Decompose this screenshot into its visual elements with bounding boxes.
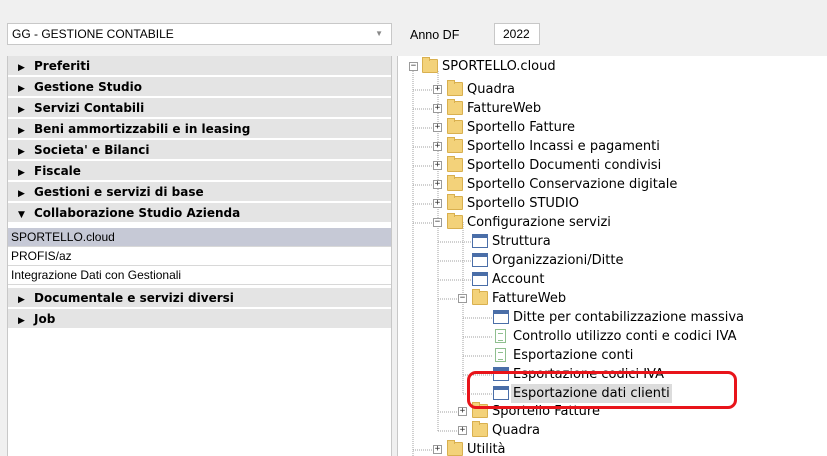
menu-item-documentale[interactable]: ▶ Documentale e servizi diversi bbox=[8, 288, 391, 308]
folder-icon bbox=[447, 213, 463, 229]
left-menu-panel: ▶ Preferiti ▶ Gestione Studio ▶ Servizi Con… bbox=[7, 56, 392, 456]
menu-item-label: Societa' e Bilanci bbox=[34, 143, 150, 157]
tree-node-label: Sportello STUDIO bbox=[467, 196, 579, 211]
tree-node-label: Controllo utilizzo conti e codici IVA bbox=[513, 329, 737, 344]
expand-toggle-icon[interactable]: + bbox=[433, 180, 442, 189]
sub-item-integrazione-dati[interactable]: Integrazione Dati con Gestionali bbox=[8, 266, 391, 285]
document-icon bbox=[495, 329, 506, 343]
menu-item-gestioni-servizi-base[interactable]: ▶ Gestioni e servizi di base bbox=[8, 182, 391, 202]
menu-item-label: Documentale e servizi diversi bbox=[34, 291, 234, 305]
collapse-toggle-icon[interactable]: − bbox=[409, 62, 418, 71]
tree-node-label: Utilità bbox=[467, 442, 506, 456]
folder-icon bbox=[447, 80, 463, 96]
folder-icon bbox=[422, 57, 438, 73]
tree-node-label: Sportello Fatture bbox=[492, 404, 600, 419]
folder-icon bbox=[472, 421, 488, 437]
collapse-toggle-icon[interactable]: − bbox=[433, 218, 442, 227]
menu-item-preferiti[interactable]: ▶ Preferiti bbox=[8, 56, 391, 76]
expand-toggle-icon[interactable]: + bbox=[433, 445, 442, 454]
caret-right-icon: ▶ bbox=[18, 105, 25, 115]
caret-right-icon: ▶ bbox=[18, 63, 25, 73]
window-icon bbox=[472, 234, 488, 248]
menu-item-collaborazione-studio-azienda[interactable]: ▼ Collaborazione Studio Azienda bbox=[8, 203, 391, 223]
window-icon bbox=[493, 310, 509, 324]
document-icon bbox=[495, 348, 506, 362]
window-icon bbox=[493, 386, 509, 400]
folder-icon bbox=[447, 156, 463, 172]
menu-item-label: Fiscale bbox=[34, 164, 81, 178]
folder-icon bbox=[447, 440, 463, 456]
chevron-down-icon[interactable]: ▼ bbox=[375, 24, 383, 44]
window-icon bbox=[472, 253, 488, 267]
caret-right-icon: ▶ bbox=[18, 189, 25, 199]
expand-toggle-icon[interactable]: + bbox=[433, 161, 442, 170]
menu-item-job[interactable]: ▶ Job bbox=[8, 309, 391, 329]
tree-node-label: Organizzazioni/Ditte bbox=[492, 253, 624, 268]
expand-toggle-icon[interactable]: + bbox=[433, 85, 442, 94]
sub-item-profis-az[interactable]: PROFIS/az bbox=[8, 247, 391, 266]
menu-item-label: Gestioni e servizi di base bbox=[34, 185, 204, 199]
tree-node-label: Sportello Incassi e pagamenti bbox=[467, 139, 660, 154]
menu-item-label: Servizi Contabili bbox=[34, 101, 145, 115]
menu-item-fiscale[interactable]: ▶ Fiscale bbox=[8, 161, 391, 181]
menu-item-gestione-studio[interactable]: ▶ Gestione Studio bbox=[8, 77, 391, 97]
window-icon bbox=[472, 272, 488, 286]
menu-item-label: Gestione Studio bbox=[34, 80, 142, 94]
folder-icon bbox=[472, 289, 488, 305]
menu-item-label: Beni ammortizzabili e in leasing bbox=[34, 122, 251, 136]
module-select-value: GG - GESTIONE CONTABILE bbox=[12, 27, 174, 41]
caret-right-icon: ▶ bbox=[18, 147, 25, 157]
expand-toggle-icon[interactable]: + bbox=[458, 407, 467, 416]
expand-toggle-icon[interactable]: + bbox=[433, 142, 442, 151]
tree-node-label: Sportello Conservazione digitale bbox=[467, 177, 678, 192]
menu-item-beni-ammortizzabili[interactable]: ▶ Beni ammortizzabili e in leasing bbox=[8, 119, 391, 139]
anno-input[interactable]: 2022 bbox=[494, 23, 540, 45]
anno-label: Anno DF bbox=[410, 28, 460, 42]
menu-item-societa-bilanci[interactable]: ▶ Societa' e Bilanci bbox=[8, 140, 391, 160]
tree-node-label: Esportazione conti bbox=[513, 348, 634, 363]
tree-node-label: Quadra bbox=[467, 82, 516, 97]
tree-node-label: Configurazione servizi bbox=[467, 215, 611, 230]
tree-node-label: Account bbox=[492, 272, 545, 287]
module-select[interactable]: GG - GESTIONE CONTABILE ▼ bbox=[7, 23, 392, 45]
tree-node-label: Struttura bbox=[492, 234, 551, 249]
menu-item-label: Preferiti bbox=[34, 59, 91, 73]
menu-item-label: Collaborazione Studio Azienda bbox=[34, 206, 241, 220]
expand-toggle-icon[interactable]: + bbox=[458, 426, 467, 435]
expand-toggle-icon[interactable]: + bbox=[433, 199, 442, 208]
collapse-toggle-icon[interactable]: − bbox=[458, 294, 467, 303]
tree-node-label: SPORTELLO.cloud bbox=[442, 59, 556, 74]
expand-toggle-icon[interactable]: + bbox=[433, 123, 442, 132]
sub-item-sportello-cloud[interactable]: SPORTELLO.cloud bbox=[8, 228, 391, 247]
tree-node-label: Esportazione dati clienti bbox=[511, 384, 672, 403]
tree-node-label: Quadra bbox=[492, 423, 541, 438]
folder-icon bbox=[447, 118, 463, 134]
top-bar: GG - GESTIONE CONTABILE ▼ Anno DF 2022 bbox=[0, 0, 827, 56]
folder-icon bbox=[447, 175, 463, 191]
menu-item-servizi-contabili[interactable]: ▶ Servizi Contabili bbox=[8, 98, 391, 118]
tree-panel: − SPORTELLO.cloud + Quadra + FattureWeb … bbox=[397, 56, 827, 456]
tree-node-label: Sportello Fatture bbox=[467, 120, 575, 135]
menu-item-label: Job bbox=[34, 312, 56, 326]
tree-node-label: Esportazione codici IVA bbox=[513, 367, 665, 382]
caret-right-icon: ▶ bbox=[18, 316, 25, 326]
tree-node-label: FattureWeb bbox=[467, 101, 542, 116]
tree-node-label: Ditte per contabilizzazione massiva bbox=[513, 310, 744, 325]
caret-right-icon: ▶ bbox=[18, 84, 25, 94]
caret-right-icon: ▶ bbox=[18, 126, 25, 136]
expand-toggle-icon[interactable]: + bbox=[433, 104, 442, 113]
folder-icon bbox=[447, 137, 463, 153]
caret-right-icon: ▶ bbox=[18, 295, 25, 305]
caret-down-icon: ▼ bbox=[18, 210, 25, 220]
window-icon bbox=[493, 367, 509, 381]
folder-icon bbox=[472, 402, 488, 418]
tree-node-label: Sportello Documenti condivisi bbox=[467, 158, 662, 173]
folder-icon bbox=[447, 99, 463, 115]
folder-icon bbox=[447, 194, 463, 210]
caret-right-icon: ▶ bbox=[18, 168, 25, 178]
tree-node-label: FattureWeb bbox=[492, 291, 567, 306]
